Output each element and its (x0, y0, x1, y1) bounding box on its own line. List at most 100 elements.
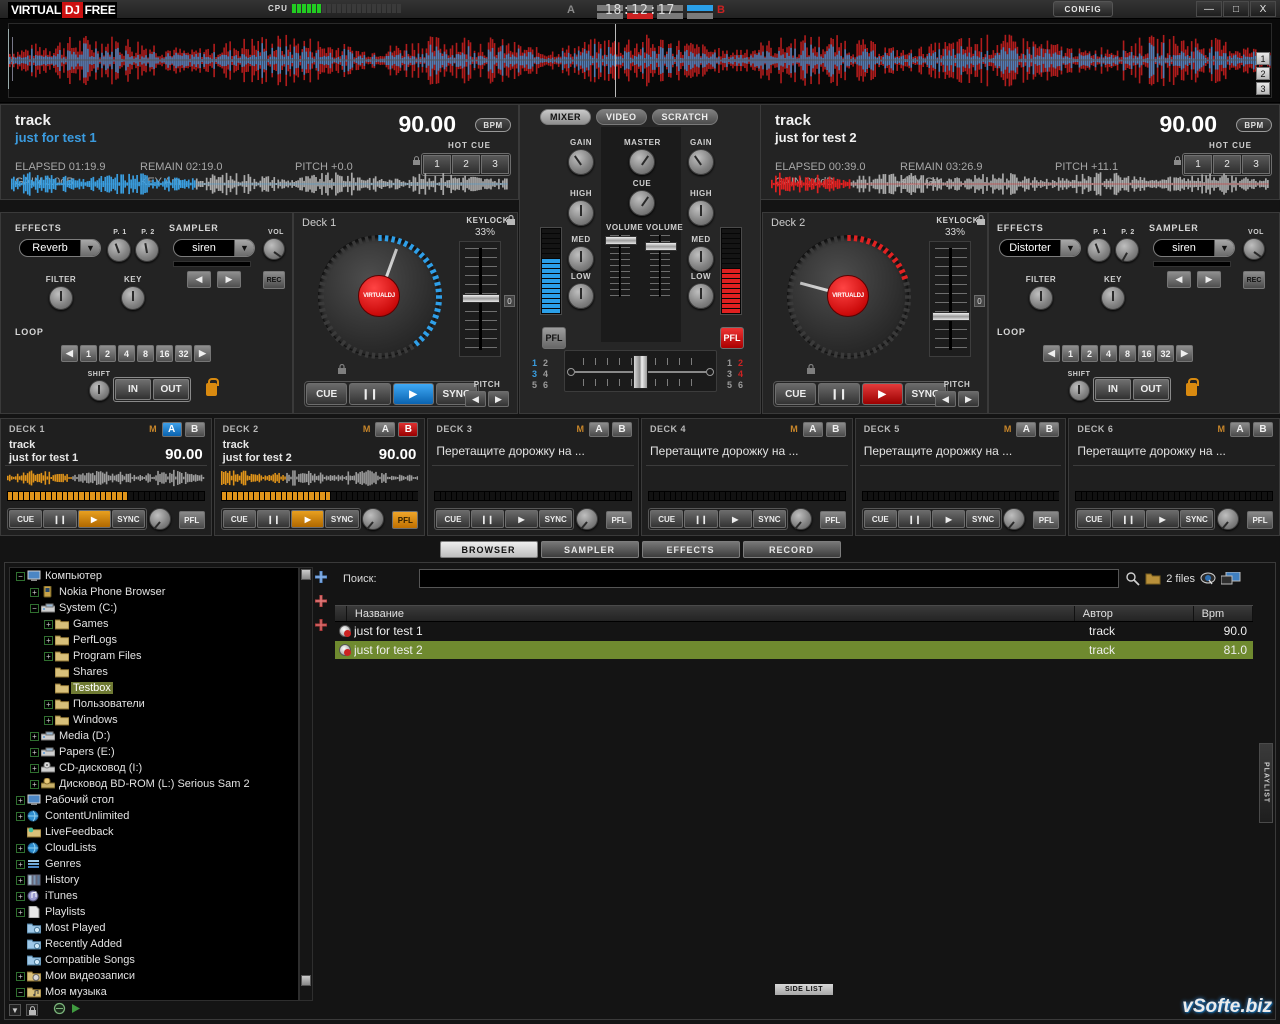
filter-knob-left[interactable] (49, 286, 73, 310)
search-input[interactable] (419, 569, 1119, 588)
sampler-prev-right[interactable]: ◀ (1167, 271, 1191, 288)
tree-expander[interactable]: + (30, 764, 39, 773)
tree-item[interactable]: +ContentUnlimited (10, 808, 298, 824)
wave-zoom-button[interactable]: 1 (1256, 52, 1270, 65)
tree-collapse-button[interactable]: ▼ (9, 1004, 21, 1016)
strip-m-label[interactable]: M (149, 424, 157, 434)
strip-b-button[interactable]: B (826, 422, 846, 437)
strip-pause-button[interactable]: ❙❙ (257, 510, 290, 528)
sampler-nav-right[interactable]: ◀ ▶ (1167, 271, 1221, 288)
strip-waveform[interactable] (434, 469, 632, 487)
strip-pause-button[interactable]: ❙❙ (43, 510, 76, 528)
column-header-автор[interactable]: Автор (1075, 606, 1194, 621)
tree-item[interactable]: Compatible Songs (10, 952, 298, 968)
tree-item[interactable]: +History (10, 872, 298, 888)
loop-button-▶[interactable]: ▶ (194, 345, 211, 362)
tree-expander[interactable]: + (16, 892, 25, 901)
mixer-tabs[interactable]: MIXERVIDEOSCRATCH (520, 109, 762, 125)
playlist-tab[interactable]: PLAYLIST (1259, 743, 1273, 823)
deck1-pitch-handle[interactable] (462, 294, 500, 303)
strip-b-button[interactable]: B (185, 422, 205, 437)
crossfader[interactable] (564, 350, 717, 392)
browser-side-toolbar[interactable] (313, 569, 331, 641)
deck2-lock-icon[interactable] (1174, 156, 1181, 165)
info-eye-icon[interactable] (1200, 572, 1217, 589)
strip-m-label[interactable]: M (1004, 424, 1012, 434)
deck2-waveform[interactable] (771, 171, 1269, 197)
strip-volume-knob[interactable] (790, 508, 812, 530)
strip-pfl-button[interactable]: PFL (179, 511, 205, 529)
deck2-pitch-zero-button[interactable]: 0 (974, 295, 985, 307)
tree-item[interactable]: Recently Added (10, 936, 298, 952)
pause-button[interactable]: ❙❙ (349, 383, 390, 405)
deck1-waveform[interactable] (11, 171, 508, 197)
p2-knob-left[interactable] (135, 238, 159, 262)
sampler-next-right[interactable]: ▶ (1197, 271, 1221, 288)
deck1-transport[interactable]: CUE❙❙▶SYNC (304, 381, 479, 407)
deck1-pitch-down[interactable]: ◀ (465, 391, 486, 407)
deck2-pitch-up[interactable]: ▶ (958, 391, 979, 407)
strip-play-button[interactable]: ▶ (719, 510, 752, 528)
strip-pfl-button[interactable]: PFL (606, 511, 632, 529)
browser-tabs[interactable]: BROWSERSAMPLEREFFECTSRECORD (0, 541, 1280, 560)
file-row[interactable]: just for test 2track81.0 (335, 641, 1253, 659)
tree-expander[interactable]: + (30, 748, 39, 757)
strip-play-button[interactable]: ▶ (505, 510, 538, 528)
deck1-pitch-fader[interactable] (459, 241, 501, 357)
deck2-pitch-handle[interactable] (932, 312, 970, 321)
loop-button-2[interactable]: 2 (1081, 345, 1098, 362)
strip-pause-button[interactable]: ❙❙ (471, 510, 504, 528)
strip-ab-buttons[interactable]: AB (1016, 422, 1059, 437)
tree-scrollbar[interactable] (299, 567, 313, 1001)
deck1-bpm-tag[interactable]: BPM (475, 118, 511, 132)
tree-item[interactable]: +Playlists (10, 904, 298, 920)
low-knob-right[interactable] (688, 283, 714, 309)
tree-item[interactable]: Shares (10, 664, 298, 680)
strip-waveform[interactable] (648, 469, 846, 487)
browser-tab-sampler[interactable]: SAMPLER (541, 541, 639, 558)
volume-fader-left[interactable]: VOLUME (606, 223, 636, 297)
deck2-jogwheel[interactable]: VIRTUALDJ (787, 235, 909, 357)
play-button[interactable]: ▶ (862, 383, 903, 405)
cue-knob[interactable] (629, 190, 655, 216)
tree-expander[interactable]: + (16, 796, 25, 805)
strip-sync-button[interactable]: SYNC (753, 510, 786, 528)
strip-cue-button[interactable]: CUE (864, 510, 897, 528)
loop-button-◀[interactable]: ◀ (1043, 345, 1060, 362)
tree-item[interactable]: Most Played (10, 920, 298, 936)
tree-item[interactable]: +Program Files (10, 648, 298, 664)
tree-item[interactable]: +Games (10, 616, 298, 632)
search-magnifier-icon[interactable] (1125, 571, 1141, 590)
pause-button[interactable]: ❙❙ (818, 383, 859, 405)
tree-expander[interactable]: + (44, 636, 53, 645)
strip-waveform[interactable] (862, 469, 1060, 487)
strip-sync-button[interactable]: SYNC (1180, 510, 1213, 528)
p2-knob-right[interactable] (1115, 238, 1139, 262)
strip-volume-knob[interactable] (576, 508, 598, 530)
tree-item[interactable]: +CD-дисковод (I:) (10, 760, 298, 776)
sampler-rec-left[interactable]: REC (263, 271, 285, 289)
tree-expander[interactable]: + (16, 844, 25, 853)
strip-waveform[interactable] (1075, 469, 1273, 487)
strip-m-label[interactable]: M (363, 424, 371, 434)
high-knob-left[interactable] (568, 200, 594, 226)
deck1-keylock-icon[interactable] (507, 215, 515, 228)
mixer-tab-scratch[interactable]: SCRATCH (652, 109, 719, 125)
play-preview-icon[interactable] (71, 1003, 81, 1017)
volume-fader-right[interactable]: VOLUME (646, 223, 676, 297)
browser-tab-record[interactable]: RECORD (743, 541, 841, 558)
deck1-lock-icon[interactable] (413, 156, 420, 165)
volume-cap-right[interactable] (645, 242, 677, 251)
loop-button-2[interactable]: 2 (99, 345, 116, 362)
loop-button-1[interactable]: 1 (1062, 345, 1079, 362)
deck2-transport[interactable]: CUE❙❙▶SYNC (773, 381, 948, 407)
strip-volume-knob[interactable] (1217, 508, 1239, 530)
add-to-sidelist-icon-3[interactable] (313, 617, 329, 633)
tree-item[interactable]: LiveFeedback (10, 824, 298, 840)
strip-m-label[interactable]: M (577, 424, 585, 434)
strip-a-button[interactable]: A (375, 422, 395, 437)
browser-tab-browser[interactable]: BROWSER (440, 541, 538, 558)
loop-out-right[interactable]: OUT (1133, 379, 1169, 400)
strip-b-button[interactable]: B (1039, 422, 1059, 437)
tree-item[interactable]: +Пользователи (10, 696, 298, 712)
